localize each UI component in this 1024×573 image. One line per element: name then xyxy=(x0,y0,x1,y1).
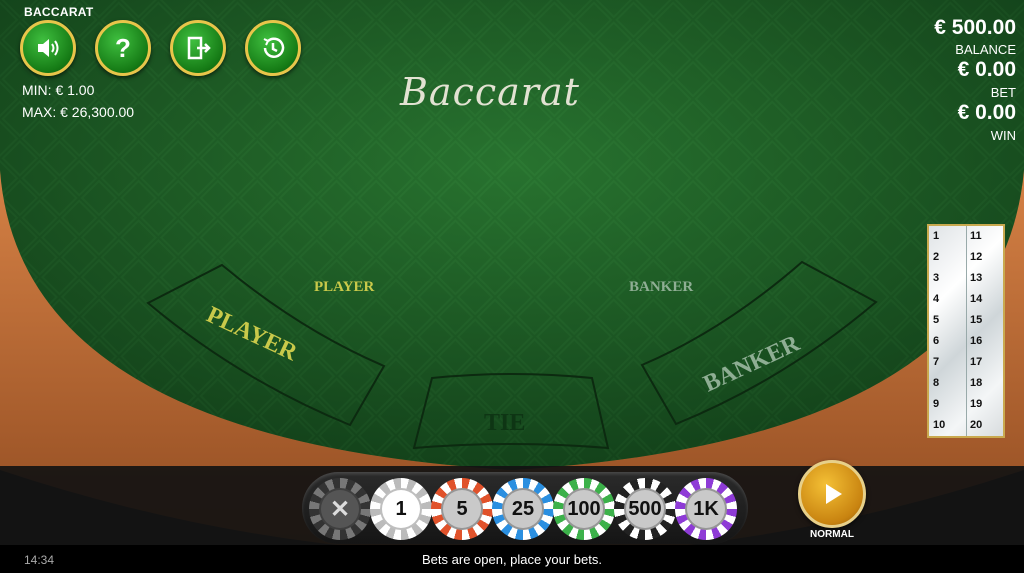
chip-label: 100 xyxy=(563,488,605,530)
history-cell: 10 xyxy=(933,419,946,431)
history-cell: 20 xyxy=(970,419,983,431)
bet-label: BET xyxy=(990,85,1016,100)
history-cell: 1 xyxy=(933,230,940,242)
history-cell: 5 xyxy=(933,314,940,326)
history-cell: 7 xyxy=(933,356,940,368)
table-title: Baccarat xyxy=(400,70,580,114)
history-button[interactable] xyxy=(245,20,301,76)
history-column-right: 11 12 13 14 15 16 17 18 19 20 xyxy=(966,226,1003,436)
win-label: WIN xyxy=(990,128,1016,143)
history-cell: 18 xyxy=(970,377,983,389)
history-cell: 4 xyxy=(933,293,940,305)
game-stage: PLAYER TIE BANKER BACCARAT ? MIN: € 1.00… xyxy=(0,0,1024,573)
balance-label: BALANCE xyxy=(955,42,1016,57)
status-message: Bets are open, place your bets. xyxy=(422,552,602,567)
max-limit: MAX: € 26,300.00 xyxy=(22,104,135,120)
chip-label: 500 xyxy=(624,488,666,530)
chip-label: 1K xyxy=(685,488,727,530)
history-cell: 3 xyxy=(933,272,940,284)
play-button[interactable] xyxy=(798,460,866,528)
tie-zone-label: TIE xyxy=(484,410,525,436)
history-board[interactable]: 1 2 3 4 5 6 7 8 9 10 11 12 13 14 15 16 17 18 19 20 xyxy=(927,224,1005,438)
history-cell: 8 xyxy=(933,377,940,389)
history-cell: 15 xyxy=(970,314,983,326)
game-name: BACCARAT xyxy=(24,5,94,19)
win-value: € 0.00 xyxy=(957,101,1016,124)
history-cell: 9 xyxy=(933,398,940,410)
chip-500[interactable]: 500 xyxy=(614,478,676,540)
chip-25[interactable]: 25 xyxy=(492,478,554,540)
history-cell: 14 xyxy=(970,293,983,305)
svg-text:?: ? xyxy=(115,33,131,63)
balance-value: € 500.00 xyxy=(934,16,1016,39)
player-card-label: PLAYER xyxy=(314,279,375,295)
min-limit: MIN: € 1.00 xyxy=(22,82,95,98)
question-icon: ? xyxy=(115,33,131,63)
history-cell: 11 xyxy=(970,230,982,242)
history-cell: 19 xyxy=(970,398,983,410)
exit-door-icon xyxy=(187,36,211,60)
chip-100[interactable]: 100 xyxy=(553,478,615,540)
banker-card-label: BANKER xyxy=(629,279,694,295)
sound-button[interactable] xyxy=(20,20,76,76)
chip-5[interactable]: 5 xyxy=(431,478,493,540)
play-icon xyxy=(826,484,842,504)
history-column-left: 1 2 3 4 5 6 7 8 9 10 xyxy=(929,226,967,436)
history-cell: 16 xyxy=(970,335,983,347)
speed-label[interactable]: NORMAL xyxy=(798,529,866,540)
history-cell: 6 xyxy=(933,335,940,347)
chip-label: 5 xyxy=(441,488,483,530)
history-cell: 17 xyxy=(970,356,983,368)
close-icon: ✕ xyxy=(319,488,361,530)
chip-1[interactable]: 1 xyxy=(370,478,432,540)
chip-label: 25 xyxy=(502,488,544,530)
history-cell: 13 xyxy=(970,272,983,284)
help-button[interactable]: ? xyxy=(95,20,151,76)
history-clock-icon xyxy=(263,37,285,58)
speaker-icon xyxy=(38,39,59,57)
chip-label: 1 xyxy=(380,488,422,530)
exit-button[interactable] xyxy=(170,20,226,76)
bet-value: € 0.00 xyxy=(957,58,1016,81)
chip-1k[interactable]: 1K xyxy=(675,478,737,540)
clear-bets-chip[interactable]: ✕ xyxy=(309,478,371,540)
history-cell: 2 xyxy=(933,251,940,263)
history-cell: 12 xyxy=(970,251,983,263)
